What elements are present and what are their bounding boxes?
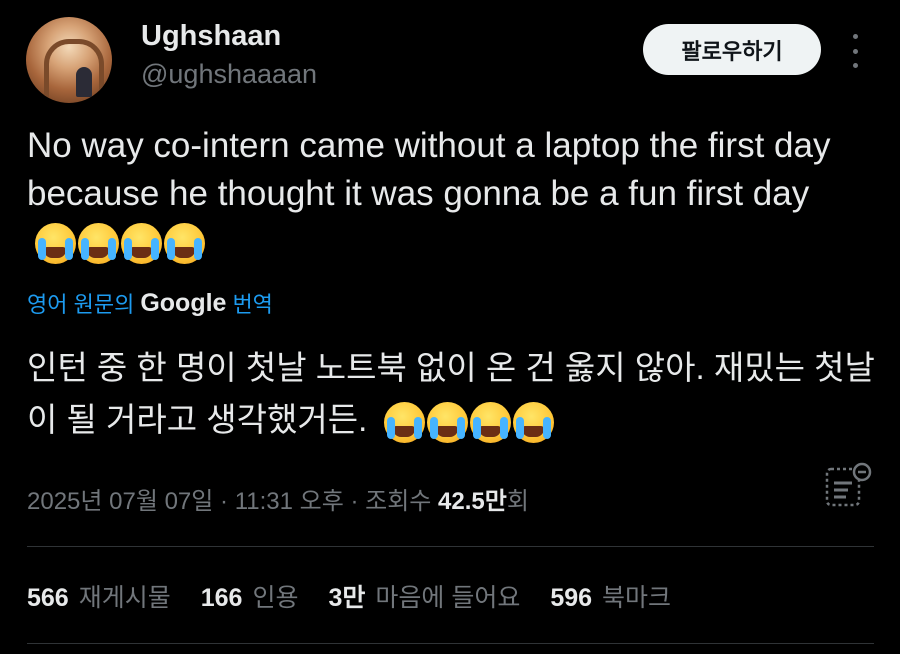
- author-name[interactable]: Ughshaan: [141, 20, 281, 53]
- translated-emoji-group: [384, 401, 555, 443]
- tweet-date[interactable]: 2025년 07월 07일: [27, 488, 213, 515]
- loudly-crying-face-icon: [470, 401, 512, 443]
- more-dot: [852, 48, 858, 54]
- quotes-count: 166: [200, 584, 243, 612]
- bookmarks-stat[interactable]: 596 북마크: [550, 578, 671, 614]
- loudly-crying-face-icon: [35, 223, 76, 265]
- author-handle[interactable]: @ughshaaaan: [141, 59, 317, 90]
- tweet-meta: 2025년 07월 07일 · 11:31 오후 · 조회수 42.5만회: [27, 481, 529, 516]
- view-stats-icon[interactable]: [824, 461, 872, 509]
- likes-label: 마음에 들어요: [375, 584, 521, 612]
- likes-count: 3만: [328, 584, 366, 612]
- loudly-crying-face-icon: [384, 401, 426, 443]
- more-dot: [852, 34, 858, 39]
- reposts-label: 재게시물: [78, 584, 171, 612]
- reposts-stat[interactable]: 566 재게시물: [27, 578, 171, 614]
- follow-button[interactable]: 팔로우하기: [643, 24, 821, 75]
- bookmarks-count: 596: [550, 584, 593, 612]
- views-count: 42.5만: [438, 488, 507, 515]
- loudly-crying-face-icon: [78, 223, 119, 265]
- more-dot: [852, 63, 858, 68]
- tweet-text: No way co-intern came without a laptop t…: [27, 122, 877, 266]
- avatar[interactable]: [26, 17, 112, 103]
- loudly-crying-face-icon: [427, 401, 469, 443]
- google-logo: Google: [140, 288, 227, 317]
- loudly-crying-face-icon: [121, 223, 162, 265]
- likes-stat[interactable]: 3만 마음에 들어요: [328, 578, 520, 614]
- translation-prefix: 영어 원문의: [27, 292, 135, 317]
- tweet-body: No way co-intern came without a laptop t…: [27, 126, 831, 213]
- tweet-emoji-group: [35, 223, 205, 265]
- meta-separator: ·: [213, 488, 235, 515]
- bookmarks-label: 북마크: [602, 584, 672, 612]
- more-vertical-icon[interactable]: [845, 34, 865, 68]
- divider: [27, 643, 874, 644]
- avatar-person-graphic: [76, 67, 92, 97]
- divider: [27, 546, 874, 547]
- reposts-count: 566: [27, 584, 69, 612]
- translation-suffix: 번역: [232, 292, 273, 317]
- translation-attribution[interactable]: 영어 원문의 Google 번역: [27, 287, 273, 319]
- loudly-crying-face-icon: [164, 223, 205, 265]
- tweet-time[interactable]: 11:31 오후: [235, 488, 344, 515]
- engagement-stats: 566 재게시물 166 인용 3만 마음에 들어요 596 북마크: [27, 578, 671, 614]
- views-label: 조회수: [365, 488, 439, 515]
- views-suffix: 회: [506, 488, 529, 515]
- loudly-crying-face-icon: [513, 401, 555, 443]
- quotes-stat[interactable]: 166 인용: [201, 578, 299, 614]
- meta-separator: ·: [343, 488, 366, 515]
- avatar-arch-graphic: [44, 39, 104, 102]
- quotes-label: 인용: [252, 584, 299, 612]
- translated-text: 인턴 중 한 명이 첫날 노트북 없이 온 건 옳지 않아. 재밌는 첫날이 될…: [27, 342, 877, 446]
